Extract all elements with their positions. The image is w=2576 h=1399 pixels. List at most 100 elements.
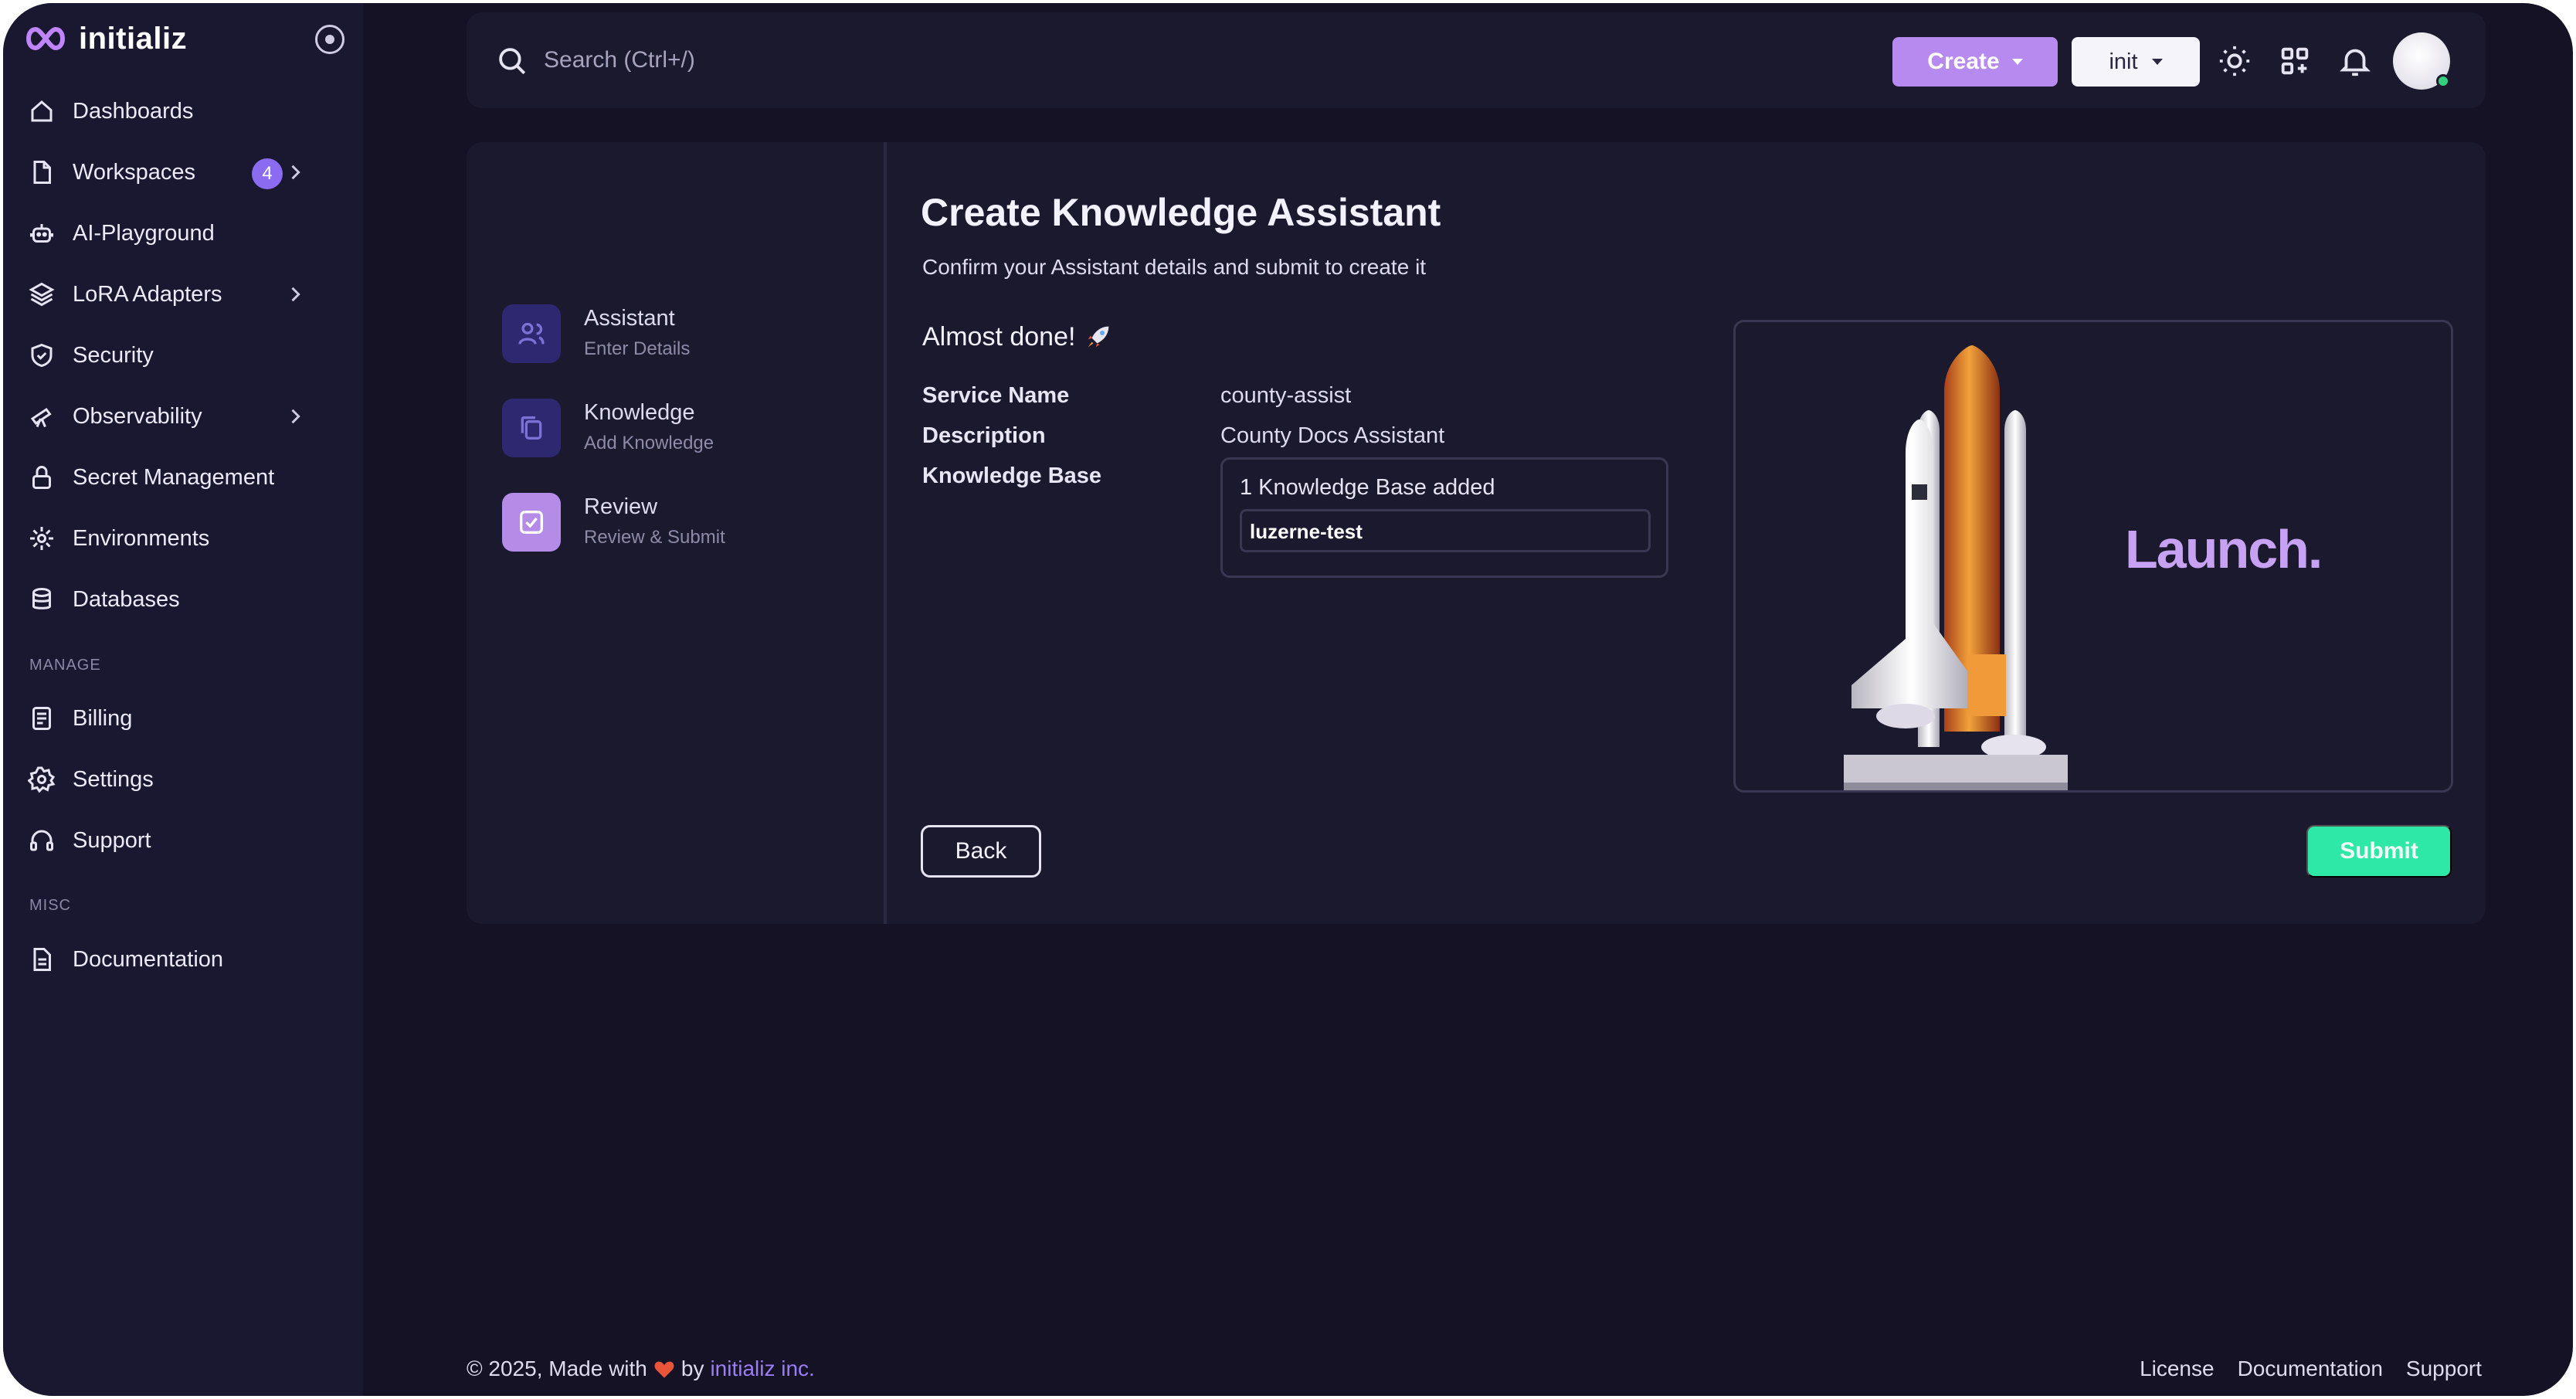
copy-icon: [502, 399, 561, 457]
almost-done-heading: Almost done!: [922, 321, 1114, 352]
step-subtitle: Review & Submit: [584, 527, 725, 548]
sidebar-item-label: Billing: [73, 705, 133, 731]
sidebar-item-label: Secret Management: [73, 464, 275, 490]
sidebar-item-label: LoRA Adapters: [73, 281, 222, 307]
chevron-right-icon: [291, 165, 300, 180]
sidebar-item-label: Environments: [73, 525, 210, 551]
sidebar-item-label: Observability: [73, 403, 202, 429]
sun-icon[interactable]: [2217, 43, 2252, 79]
gear-icon: [26, 764, 57, 795]
app-window: initializ Dashboards Workspaces 4 AI-Pla…: [3, 3, 2573, 1396]
sidebar-item-ai-playground[interactable]: AI-Playground: [26, 210, 335, 256]
search-icon: [499, 48, 526, 75]
document-icon: [26, 944, 57, 975]
shield-icon: [26, 340, 57, 371]
bell-icon[interactable]: [2337, 43, 2373, 79]
license-link[interactable]: License: [2140, 1357, 2215, 1381]
chevron-right-icon: [291, 409, 300, 424]
home-icon: [26, 96, 57, 127]
sidebar-item-label: Support: [73, 827, 151, 853]
robot-icon: [26, 218, 57, 249]
app-name: initializ: [79, 21, 188, 56]
service-name-value: county-assist: [1220, 383, 1352, 408]
sidebar-item-environments[interactable]: Environments: [26, 515, 335, 562]
by-text: by: [680, 1357, 704, 1380]
page-subtitle: Confirm your Assistant details and submi…: [922, 255, 1427, 279]
create-button[interactable]: Create: [1892, 37, 2058, 87]
sidebar-item-label: Security: [73, 342, 154, 368]
section-label-misc: MISC: [29, 897, 71, 914]
sidebar-item-documentation[interactable]: Documentation: [26, 936, 335, 983]
stepper-divider: [884, 142, 887, 924]
company-link[interactable]: initializ inc.: [710, 1357, 814, 1381]
space-shuttle-illustration: [1844, 345, 2068, 790]
users-icon: [502, 304, 561, 363]
sidebar-item-workspaces[interactable]: Workspaces 4: [26, 149, 335, 195]
step-title: Review: [584, 494, 658, 519]
workspace-selector-label: init: [2109, 49, 2138, 74]
sidebar-item-support[interactable]: Support: [26, 817, 335, 864]
workspaces-count-badge: 4: [252, 158, 283, 189]
rocket-icon: [1088, 326, 1109, 348]
caret-down-icon: [2011, 59, 2023, 65]
footer-links: License Documentation Support: [2140, 1357, 2482, 1381]
file-icon: [26, 157, 57, 188]
description-value: County Docs Assistant: [1220, 423, 1445, 448]
sidebar-item-lora-adapters[interactable]: LoRA Adapters: [26, 271, 335, 317]
step-assistant[interactable]: Assistant Enter Details: [502, 304, 873, 369]
sidebar-item-settings[interactable]: Settings: [26, 756, 335, 803]
chevron-right-icon: [291, 287, 300, 302]
brand[interactable]: initializ: [23, 17, 187, 60]
collapse-sidebar-icon[interactable]: [315, 25, 344, 54]
apps-grid-icon[interactable]: [2277, 43, 2313, 79]
sidebar-item-security[interactable]: Security: [26, 332, 335, 379]
sidebar-item-observability[interactable]: Observability: [26, 393, 335, 440]
sidebar-item-billing[interactable]: Billing: [26, 695, 335, 742]
checkbox-icon: [502, 493, 561, 552]
receipt-icon: [26, 703, 57, 734]
documentation-link[interactable]: Documentation: [2238, 1357, 2383, 1381]
knowledge-base-label: Knowledge Base: [922, 464, 1102, 488]
step-review[interactable]: Review Review & Submit: [502, 493, 873, 558]
sidebar-item-label: Dashboards: [73, 98, 194, 124]
almost-done-text: Almost done!: [922, 321, 1076, 351]
knowledge-base-box: 1 Knowledge Base added luzerne-test: [1220, 457, 1668, 578]
step-subtitle: Enter Details: [584, 338, 691, 359]
sidebar-item-label: Documentation: [73, 946, 224, 972]
step-title: Assistant: [584, 306, 675, 331]
copyright-text: © 2025, Made with: [467, 1357, 647, 1380]
database-icon: [26, 584, 57, 615]
telescope-icon: [26, 401, 57, 432]
topbar: Create init: [467, 12, 2486, 108]
step-subtitle: Add Knowledge: [584, 433, 714, 453]
launch-illustration: Launch.: [1733, 320, 2453, 793]
sidebar: initializ Dashboards Workspaces 4 AI-Pla…: [3, 3, 363, 1396]
environments-icon: [26, 523, 57, 554]
avatar[interactable]: [2393, 32, 2450, 90]
sidebar-item-label: AI-Playground: [73, 220, 215, 246]
service-name-label: Service Name: [922, 383, 1070, 408]
sidebar-item-databases[interactable]: Databases: [26, 576, 335, 623]
sidebar-item-label: Databases: [73, 586, 180, 612]
heart-icon: [654, 1361, 674, 1378]
sidebar-item-dashboards[interactable]: Dashboards: [26, 88, 335, 134]
create-assistant-card: Assistant Enter Details Knowledge Add Kn…: [467, 142, 2486, 924]
sidebar-item-secret-management[interactable]: Secret Management: [26, 454, 335, 501]
section-label-manage: MANAGE: [29, 657, 101, 674]
lock-icon: [26, 462, 57, 493]
submit-button[interactable]: Submit: [2306, 825, 2452, 878]
page-title: Create Knowledge Assistant: [921, 191, 1441, 234]
create-button-label: Create: [1927, 49, 2000, 74]
headphones-icon: [26, 825, 57, 856]
sidebar-item-label: Settings: [73, 766, 154, 792]
step-knowledge[interactable]: Knowledge Add Knowledge: [502, 399, 873, 464]
layers-icon: [26, 279, 57, 310]
description-label: Description: [922, 423, 1046, 448]
launch-heading: Launch.: [2125, 519, 2323, 579]
support-link[interactable]: Support: [2406, 1357, 2482, 1381]
workspace-selector[interactable]: init: [2072, 37, 2200, 87]
search-input[interactable]: [544, 40, 1084, 80]
knowledge-base-item: luzerne-test: [1240, 509, 1651, 552]
infinity-logo-icon: [26, 26, 65, 51]
back-button[interactable]: Back: [921, 825, 1041, 878]
